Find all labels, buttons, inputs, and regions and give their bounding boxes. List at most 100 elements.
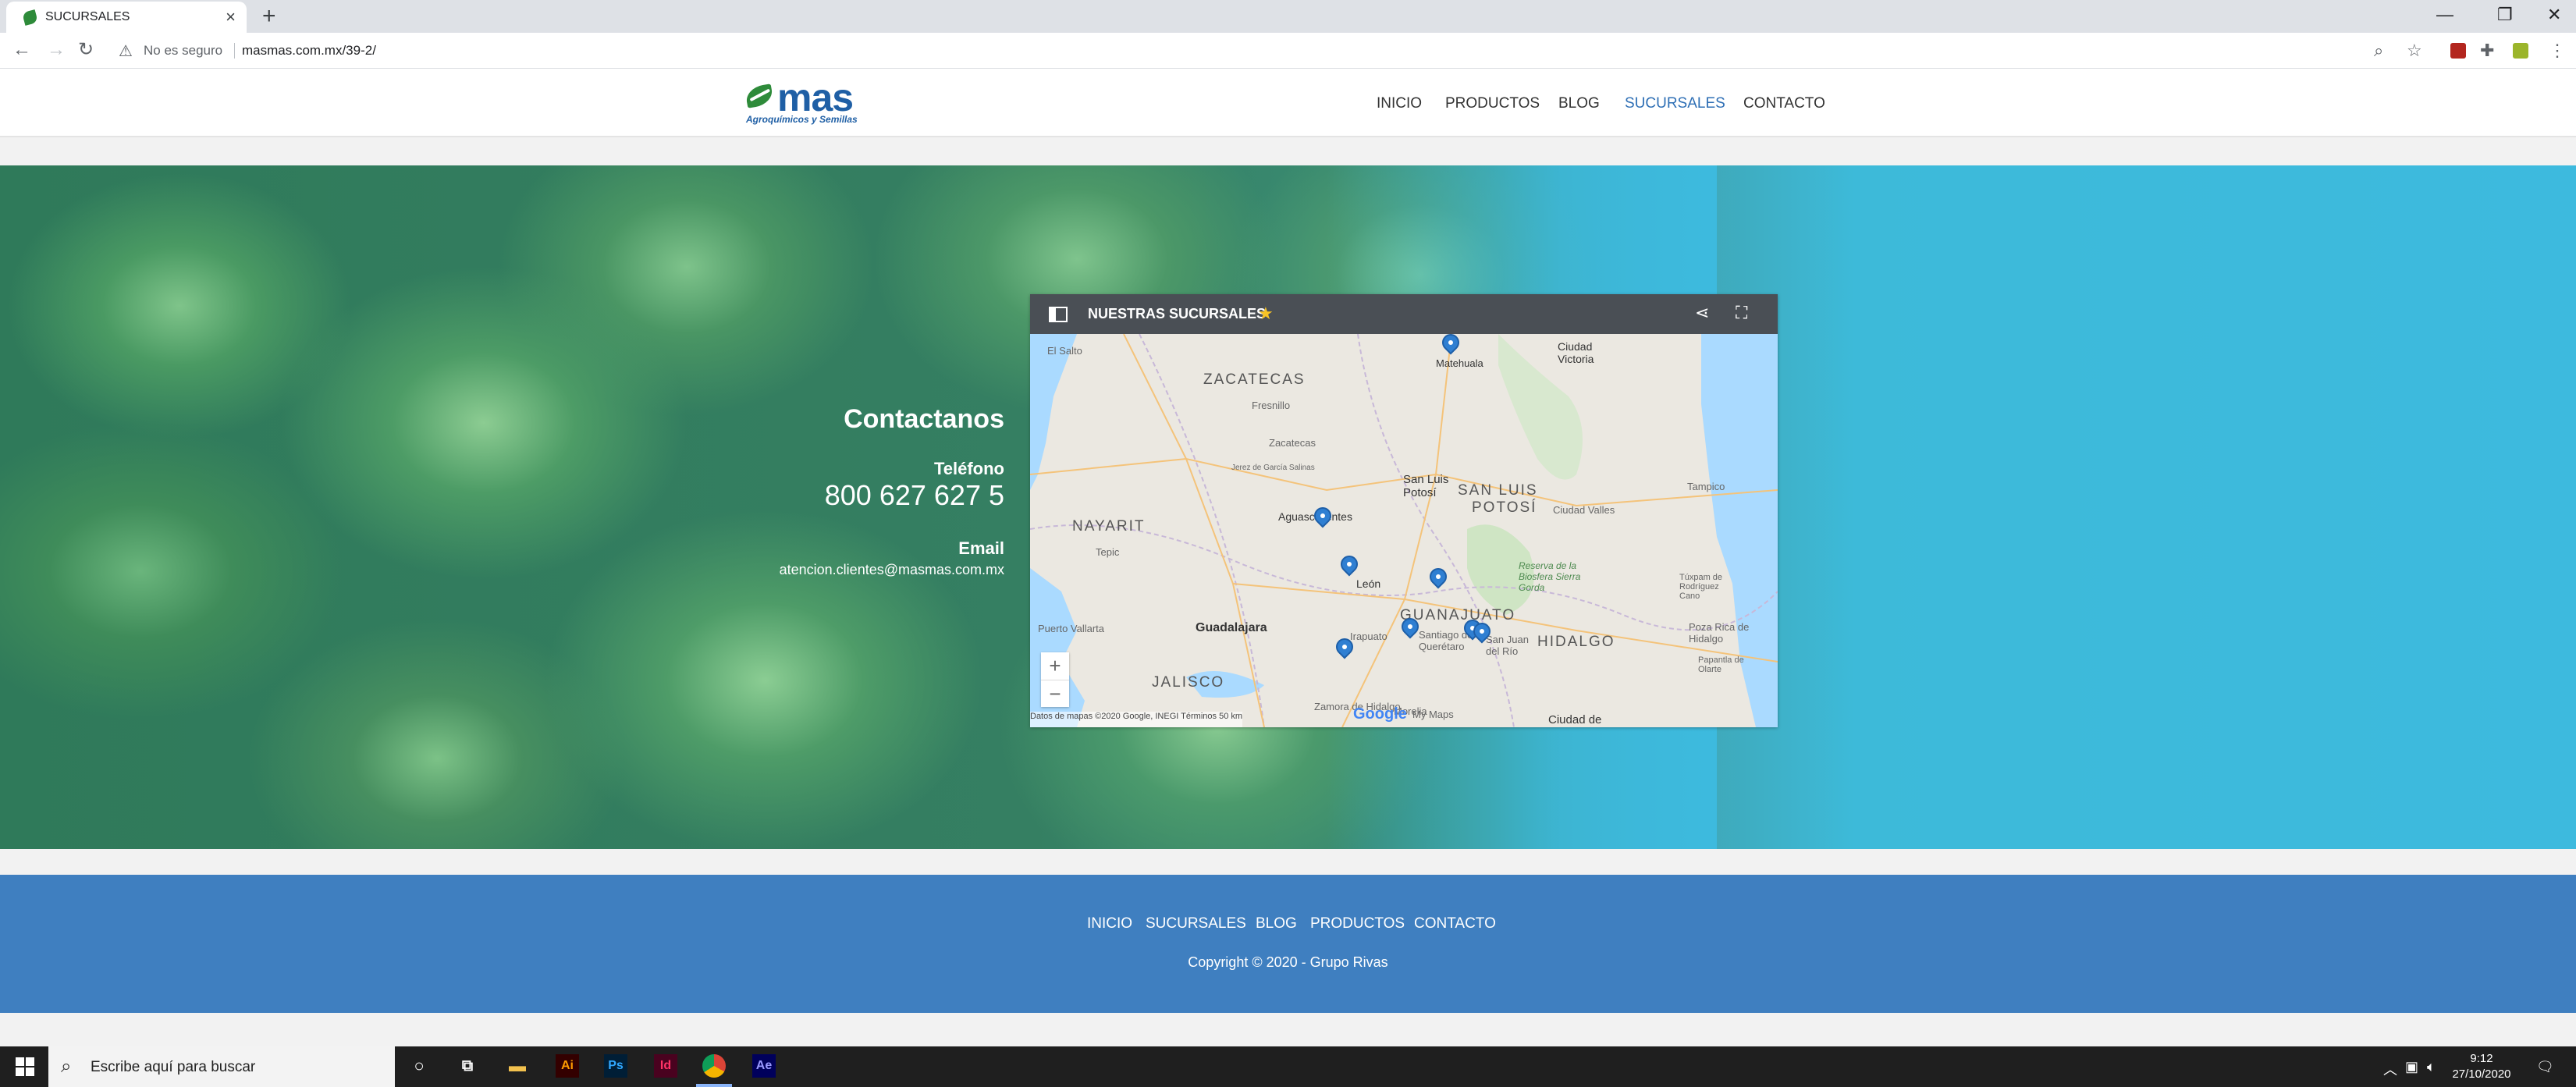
leaf-logo-icon [744,83,774,108]
close-tab-icon[interactable]: × [226,8,236,27]
copyright-text: Copyright © 2020 - Grupo Rivas [1188,954,1388,970]
map-zoom-control: + − [1041,652,1069,707]
indesign-app-icon[interactable]: Id [654,1054,677,1078]
map-label-san-luis-potosi: San Luis Potosí [1403,473,1449,499]
new-tab-button[interactable]: + [262,3,276,30]
photoshop-app-icon[interactable]: Ps [604,1054,627,1078]
extensions-puzzle-icon[interactable]: ✚ [2480,41,2494,61]
cortana-icon[interactable]: ○ [407,1054,431,1078]
phone-number[interactable]: 800 627 627 5 [825,479,1004,512]
file-explorer-icon[interactable]: ▬ [506,1054,529,1078]
chrome-active-indicator [696,1084,732,1087]
map-label-guadalajara: Guadalajara [1196,621,1267,634]
map-label-zacatecas-city: Zacatecas [1269,437,1316,449]
map-label-jerez: Jerez de García Salinas [1231,464,1315,472]
map-label-ciudad-de-mexico: Ciudad de [1548,713,1602,726]
back-arrow-icon[interactable]: ← [12,38,31,62]
bookmark-star-icon[interactable]: ☆ [2407,41,2422,61]
map-label-potosi-state: POTOSÍ [1472,499,1537,516]
system-clock[interactable]: 9:12 27/10/2020 [2450,1051,2513,1082]
minimize-window-button[interactable]: — [2436,3,2453,27]
my-maps-label: My Maps [1412,709,1454,720]
map-label-irapuato: Irapuato [1350,631,1387,642]
map-label-tampico: Tampico [1687,481,1725,492]
network-icon[interactable]: ▣ [2405,1059,2418,1075]
chrome-app-icon[interactable] [702,1054,726,1078]
fullscreen-icon[interactable]: ⛶ [1736,303,1747,323]
task-view-icon[interactable]: ⧉ [456,1054,479,1078]
address-bar[interactable]: ⚠ No es seguro masmas.com.mx/39-2/ [109,37,2372,65]
map-legend-toggle-icon[interactable] [1049,307,1068,322]
site-footer: INICIO SUCURSALES BLOG PRODUCTOS CONTACT… [0,875,2576,1013]
nav-contacto[interactable]: CONTACTO [1743,95,1825,112]
taskbar-search[interactable]: ⌕ Escribe aquí para buscar [48,1046,395,1087]
map-canvas[interactable]: El Salto ZACATECAS Matehuala Ciudad Vict… [1030,330,1778,727]
site-header: mas Agroquímicos y Semillas INICIO PRODU… [0,69,2576,137]
warning-icon[interactable]: ⚠ [119,41,133,61]
map-attribution[interactable]: Datos de mapas ©2020 Google, INEGI Térmi… [1030,712,1243,727]
footer-link-sucursales[interactable]: SUCURSALES [1146,915,1246,932]
zoom-in-button[interactable]: + [1041,652,1069,680]
logo-tagline: Agroquímicos y Semillas [746,114,858,125]
illustrator-app-icon[interactable]: Ai [556,1054,579,1078]
map-label-matehuala: Matehuala [1436,357,1483,369]
forward-arrow-icon[interactable]: → [47,38,66,62]
branches-map[interactable]: NUESTRAS SUCURSALES ★ ⋖ ⛶ El Salto ZACAT… [1030,294,1778,727]
map-label-ciudad-valles: Ciudad Valles [1553,504,1615,516]
browser-toolbar: ← → ↻ ⚠ No es seguro masmas.com.mx/39-2/… [0,33,2576,69]
reload-icon[interactable]: ↻ [78,38,94,62]
after-effects-app-icon[interactable]: Ae [752,1054,776,1078]
map-label-papantla: Papantla de Olarte [1698,655,1744,674]
footer-link-productos[interactable]: PRODUCTOS [1310,915,1405,932]
map-label-nayarit: NAYARIT [1072,518,1146,535]
map-label-san-luis-state: SAN LUIS [1458,482,1538,499]
windows-start-icon[interactable] [16,1057,34,1076]
pdf-extension-icon[interactable] [2450,43,2466,59]
map-label-san-juan-del-rio: San Juan del Río [1486,634,1529,657]
map-label-sierra-gorda: Reserva de la Biosfera Sierra Gorda [1519,560,1581,593]
contact-heading: Contactanos [844,404,1004,434]
close-window-button[interactable]: ✕ [2547,3,2561,27]
email-label: Email [958,538,1004,558]
browser-menu-icon[interactable]: ⋮ [2549,41,2566,61]
restore-window-button[interactable]: ❐ [2497,3,2513,27]
url-text[interactable]: masmas.com.mx/39-2/ [242,43,376,59]
profile-extension-icon[interactable] [2513,43,2528,59]
map-label-fresnillo: Fresnillo [1252,400,1291,411]
phone-label: Teléfono [933,459,1004,478]
site-logo[interactable]: mas Agroquímicos y Semillas [743,76,868,128]
google-logo: Google [1353,705,1407,723]
browser-tabstrip: SUCURSALES × + — ❐ ✕ [0,0,2576,33]
search-icon: ⌕ [61,1056,72,1077]
share-icon[interactable]: ⋖ [1695,303,1709,323]
security-status[interactable]: No es seguro [144,43,222,59]
map-label-tepic: Tepic [1096,546,1120,558]
email-address[interactable]: atencion.clientes@masmas.com.mx [780,562,1004,578]
footer-link-inicio[interactable]: INICIO [1087,915,1132,932]
map-label-leon: León [1356,577,1381,590]
map-label-tuxpan: Túxpam de Rodríguez Cano [1679,573,1723,601]
footer-link-blog[interactable]: BLOG [1256,915,1297,932]
browser-tab[interactable]: SUCURSALES × [6,2,247,33]
footer-link-contacto[interactable]: CONTACTO [1414,915,1496,932]
map-header: NUESTRAS SUCURSALES ★ ⋖ ⛶ [1030,294,1778,334]
nav-productos[interactable]: PRODUCTOS [1445,95,1540,112]
clock-time: 9:12 [2470,1052,2493,1065]
map-label-poza-rica: Poza Rica de Hidalgo [1689,621,1750,645]
nav-sucursales[interactable]: SUCURSALES [1625,95,1725,112]
star-icon[interactable]: ★ [1258,304,1274,324]
nav-blog[interactable]: BLOG [1558,95,1600,112]
map-label-zacatecas-state: ZACATECAS [1203,371,1306,388]
tab-title: SUCURSALES [45,10,130,23]
map-label-jalisco: JALISCO [1152,674,1225,691]
zoom-icon[interactable]: ⌕ [2374,41,2383,61]
notifications-icon[interactable]: 🗨︎ [2536,1059,2554,1075]
address-divider [234,43,235,59]
map-label-ciudad-victoria: Ciudad Victoria [1558,340,1594,365]
zoom-out-button[interactable]: − [1041,680,1069,707]
tray-chevron-icon[interactable]: ︿ [2383,1059,2397,1079]
clock-date: 27/10/2020 [2452,1067,2511,1081]
volume-icon[interactable]: 🔈︎ [2427,1059,2436,1075]
nav-inicio[interactable]: INICIO [1377,95,1422,112]
map-label-puerto-vallarta: Puerto Vallarta [1038,623,1105,634]
